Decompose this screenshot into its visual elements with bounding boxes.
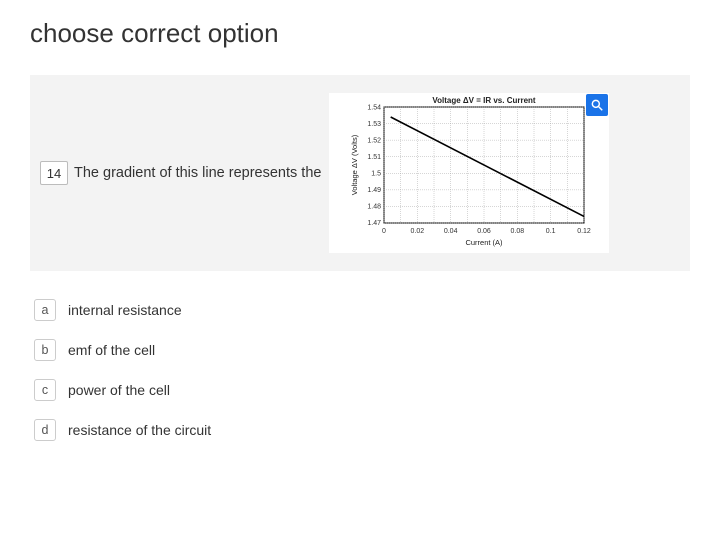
option-text: resistance of the circuit: [68, 422, 211, 438]
option-letter: a: [34, 299, 56, 321]
options-list: a internal resistance b emf of the cell …: [30, 299, 690, 441]
y-tick: 1.5: [372, 171, 382, 178]
y-tick: 1.47: [368, 220, 382, 227]
question-block: 14 The gradient of this line represents …: [30, 75, 690, 271]
option-text: power of the cell: [68, 382, 170, 398]
y-tick: 1.51: [368, 154, 382, 161]
chart-title: Voltage ΔV = IR vs. Current: [433, 96, 537, 105]
x-tick: 0.06: [478, 228, 492, 235]
zoom-button[interactable]: [586, 94, 608, 116]
question-text: The gradient of this line represents the: [74, 165, 321, 181]
chart-svg: 1.47 1.48 1.49 1.5 1.51 1.52 1.53 1.54 0…: [329, 93, 609, 253]
x-tick: 0: [383, 228, 387, 235]
x-tick: 0.12: [578, 228, 592, 235]
x-tick: 0.02: [411, 228, 425, 235]
option-b[interactable]: b emf of the cell: [34, 339, 690, 361]
option-letter: b: [34, 339, 56, 361]
option-text: emf of the cell: [68, 342, 155, 358]
x-axis-label: Current (A): [466, 238, 504, 247]
y-tick: 1.49: [368, 187, 382, 194]
page-title: choose correct option: [30, 18, 690, 49]
option-c[interactable]: c power of the cell: [34, 379, 690, 401]
magnify-icon: [590, 98, 604, 112]
option-letter: c: [34, 379, 56, 401]
x-tick: 0.08: [511, 228, 525, 235]
option-text: internal resistance: [68, 302, 182, 318]
option-a[interactable]: a internal resistance: [34, 299, 690, 321]
option-d[interactable]: d resistance of the circuit: [34, 419, 690, 441]
y-tick: 1.54: [368, 105, 382, 112]
y-axis-label: Voltage ΔV (Volts): [350, 134, 359, 195]
option-letter: d: [34, 419, 56, 441]
y-tick: 1.53: [368, 121, 382, 128]
chart-container: 1.47 1.48 1.49 1.5 1.51 1.52 1.53 1.54 0…: [329, 93, 609, 253]
x-tick: 0.04: [444, 228, 458, 235]
y-tick: 1.52: [368, 138, 382, 145]
question-number: 14: [40, 161, 68, 185]
x-tick: 0.1: [546, 228, 556, 235]
y-tick: 1.48: [368, 204, 382, 211]
